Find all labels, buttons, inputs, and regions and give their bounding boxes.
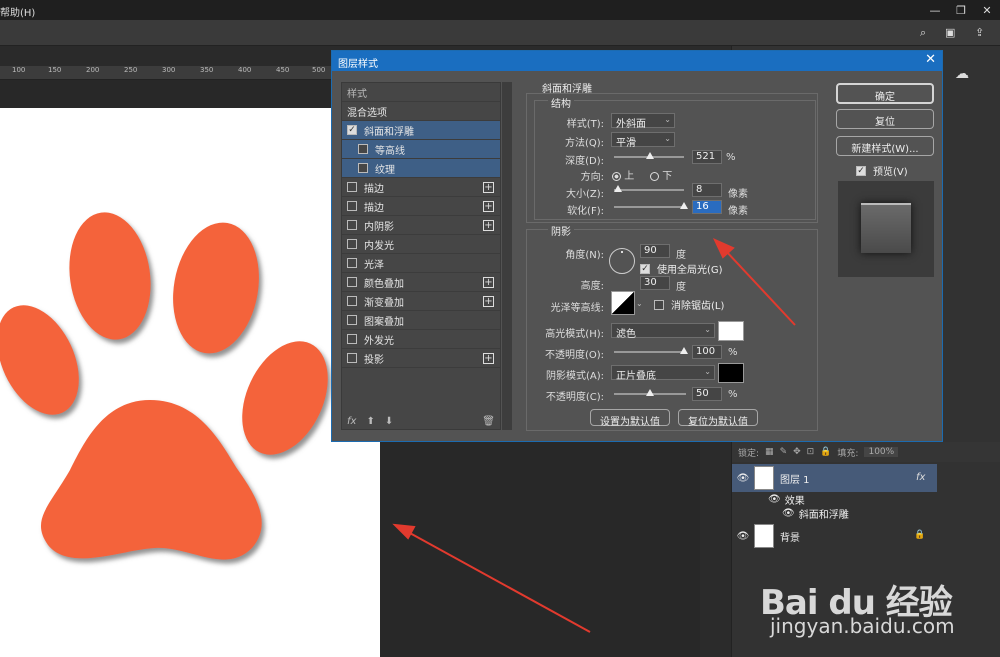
annotation-arrowhead [392, 523, 416, 540]
annotation-arrow-canvas [407, 531, 591, 633]
annotation-arrow-dialog [724, 249, 796, 326]
annotation-arrows [392, 237, 796, 633]
